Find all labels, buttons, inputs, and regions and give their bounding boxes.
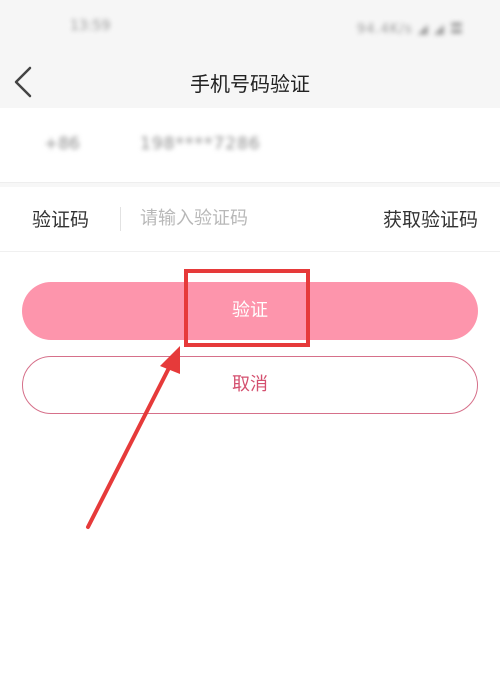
phone-number-row: +86 198****7286 bbox=[0, 110, 500, 183]
code-label: 验证码 bbox=[32, 209, 90, 231]
country-code: +86 bbox=[44, 134, 80, 154]
nav-bar: 手机号码验证 bbox=[0, 56, 500, 108]
cancel-button[interactable]: 取消 bbox=[22, 356, 478, 414]
status-bar: 13:59 94.4K/s ◢ ◢ 〓 bbox=[0, 0, 500, 56]
status-icons: 94.4K/s ◢ ◢ 〓 bbox=[356, 22, 464, 37]
field-divider bbox=[120, 207, 121, 231]
status-time: 13:59 bbox=[70, 18, 111, 34]
verify-button[interactable]: 验证 bbox=[22, 282, 478, 340]
verification-code-input[interactable] bbox=[134, 201, 356, 235]
phone-verification-screen: 13:59 94.4K/s ◢ ◢ 〓 手机号码验证 +86 198****72… bbox=[0, 0, 500, 686]
page-title: 手机号码验证 bbox=[190, 72, 310, 96]
get-code-button[interactable]: 获取验证码 bbox=[383, 205, 478, 232]
verification-code-row: 验证码 获取验证码 bbox=[0, 187, 500, 252]
phone-number: 198****7286 bbox=[140, 134, 261, 154]
